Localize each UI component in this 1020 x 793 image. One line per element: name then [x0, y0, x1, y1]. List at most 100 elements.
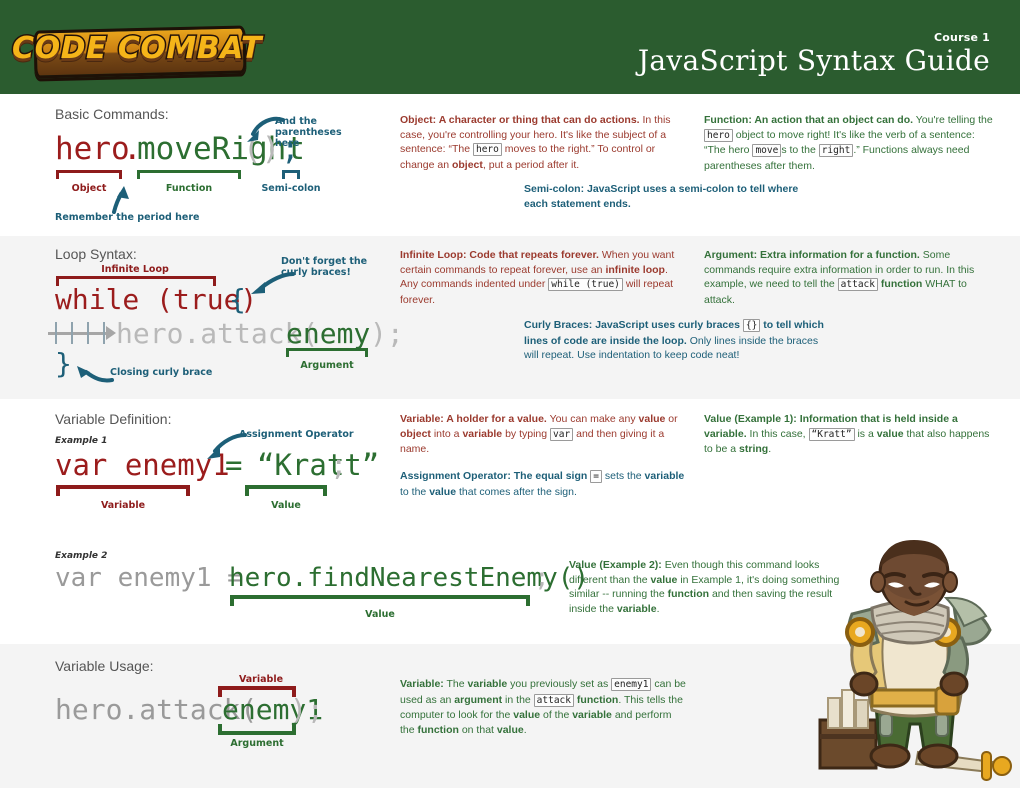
bracket-value-ex2: [230, 595, 530, 606]
code-var-enemy1: var enemy1: [55, 448, 230, 482]
note-function-body1: You're telling the: [913, 114, 993, 126]
note-val2-lead: Value (Example 2):: [569, 559, 662, 571]
note-usage-bold8: value: [496, 723, 524, 736]
kbd-hero: hero: [472, 143, 502, 157]
code-var-enemy1-ex2: var enemy1 =: [55, 563, 259, 593]
code-while-true: while (true): [55, 283, 258, 316]
note-assign-bold2: variable: [644, 470, 685, 482]
page-header: CODE COMBAT Course 1 JavaScript Syntax G…: [0, 0, 1020, 94]
codecombat-logo[interactable]: CODE COMBAT: [11, 20, 263, 79]
note-val1-body4: .: [768, 443, 772, 456]
example-1-label: Example 1: [55, 436, 108, 446]
note-assign-body2: to the: [400, 485, 430, 498]
note-usage-bold2: variable: [467, 678, 508, 690]
note-function-body3: s to the: [781, 144, 819, 157]
kbd-equals: =: [590, 470, 602, 483]
note-loop-lead: Infinite Loop: Code that repeats forever…: [400, 249, 599, 261]
code-open-brace: {: [229, 283, 246, 316]
note-assign-body3: that comes after the sign.: [456, 485, 577, 498]
label-argument-usage: Argument: [230, 738, 284, 749]
hero-character-illustration: [814, 538, 1014, 788]
note-argument: Argument: Extra information for a functi…: [704, 248, 996, 316]
label-argument: Argument: [300, 360, 354, 371]
note-variable-usage: Variable: The variable you previously se…: [400, 677, 688, 746]
note-object-body3: , put a period after it.: [482, 158, 580, 171]
note-val1-bold2: value: [876, 427, 904, 440]
note-vardef-body2: or: [665, 413, 678, 425]
arrow-to-assignment-operator: [207, 433, 247, 459]
code-value-kratt: “Kratt”: [257, 448, 380, 482]
arrow-to-period: [112, 186, 129, 214]
callout-closing-brace: Closing curly brace: [110, 367, 213, 378]
note-arg-bold2: function: [878, 278, 923, 291]
section-title-variable-definition: Variable Definition:: [55, 411, 172, 427]
kbd-while-true: while (true): [548, 278, 623, 292]
code-semicolon-ex1: ;: [330, 448, 348, 482]
label-value-ex1: Value: [271, 500, 301, 511]
hero-character-svg: [818, 540, 1012, 781]
bracket-argument: [286, 348, 368, 358]
note-assign-body1: sets the: [601, 470, 645, 482]
note-assign-lead: Assignment Operator: The equal sign: [400, 470, 591, 482]
label-variable-usage: Variable: [238, 674, 284, 685]
code-attack-suffix: );: [370, 317, 404, 350]
note-semicolon-lead: Semi-colon: JavaScript uses a semi-colon…: [524, 183, 799, 210]
note-usage-bold7: function: [417, 723, 459, 736]
course-label: Course 1: [934, 31, 990, 44]
note-curly-braces: Curly Braces: JavaScript uses curly brac…: [524, 318, 824, 372]
note-val2-body4: .: [656, 602, 660, 615]
note-curly-lead1: Curly Braces: JavaScript uses curly brac…: [524, 319, 743, 331]
code-object: hero: [55, 131, 130, 167]
kbd-var: var: [550, 427, 574, 441]
label-semicolon: Semi-colon: [261, 183, 321, 194]
note-vardef-body1: You can make any: [546, 413, 639, 425]
note-val1-bold3: string: [739, 443, 769, 456]
kbd-move: move: [752, 144, 782, 158]
note-variable-definition: Variable: A holder for a value. You can …: [400, 412, 688, 466]
label-value-ex2: Value: [365, 609, 395, 620]
section-basic-commands: Basic Commands: hero . moveRight () ; Ob…: [0, 94, 1020, 236]
note-object: Object: A character or thing that can do…: [400, 113, 688, 181]
logo-text: CODE COMBAT: [11, 29, 263, 67]
note-usage-bold3: argument: [454, 693, 503, 706]
kbd-right: right: [818, 144, 854, 158]
note-arg-lead: Argument: Extra information for a functi…: [704, 249, 920, 261]
bracket-object: [56, 170, 122, 180]
kbd-curly: {}: [742, 319, 761, 332]
kbd-kratt: “Kratt”: [808, 427, 855, 441]
note-usage-lead: Variable:: [400, 678, 444, 690]
example-2-label: Example 2: [55, 551, 108, 561]
kbd-attack: attack: [837, 278, 878, 292]
kbd-hero-2: hero: [704, 128, 733, 142]
kbd-enemy1: enemy1: [611, 678, 652, 691]
note-val1-body2: is a: [854, 427, 877, 440]
note-val1-body1: In this case,: [746, 427, 809, 440]
note-object-lead: Object: A character or thing that can do…: [400, 114, 640, 126]
note-function-lead: Function: An action that an object can d…: [704, 114, 914, 126]
note-semicolon: Semi-colon: JavaScript uses a semi-colon…: [524, 182, 814, 220]
note-vardef-body3: into a: [430, 427, 463, 440]
callout-parentheses: And the parentheses here: [275, 116, 365, 149]
bracket-value-ex1: [245, 485, 327, 496]
code-close-brace: }: [55, 347, 72, 380]
section-title-basic-commands: Basic Commands:: [55, 106, 169, 122]
note-usage-bold4: function: [574, 693, 619, 706]
note-object-bold2: object: [451, 158, 483, 171]
note-infinite-loop: Infinite Loop: Code that repeats forever…: [400, 248, 688, 316]
callout-curly-line1: Don't forget the: [281, 256, 368, 267]
section-title-variable-usage: Variable Usage:: [55, 658, 154, 674]
note-usage-bold6: variable: [572, 709, 612, 722]
note-usage-body8: on that: [458, 723, 497, 736]
arrow-to-curly-brace: [251, 272, 295, 294]
note-val2-bold4: variable: [616, 602, 657, 615]
note-usage-body6: of the: [540, 709, 573, 722]
callout-assignment-operator: Assignment Operator: [239, 429, 354, 440]
bracket-variable-ex1: [56, 485, 190, 496]
label-variable-ex1: Variable: [100, 500, 146, 511]
note-value-ex1: Value (Example 1): Information that is h…: [704, 412, 996, 466]
label-function: Function: [165, 183, 213, 194]
kbd-attack-2: attack: [533, 693, 574, 707]
bracket-function: [137, 170, 241, 180]
section-loop-syntax: Loop Syntax: Infinite Loop while (true) …: [0, 236, 1020, 399]
note-usage-body1: The: [443, 678, 468, 690]
